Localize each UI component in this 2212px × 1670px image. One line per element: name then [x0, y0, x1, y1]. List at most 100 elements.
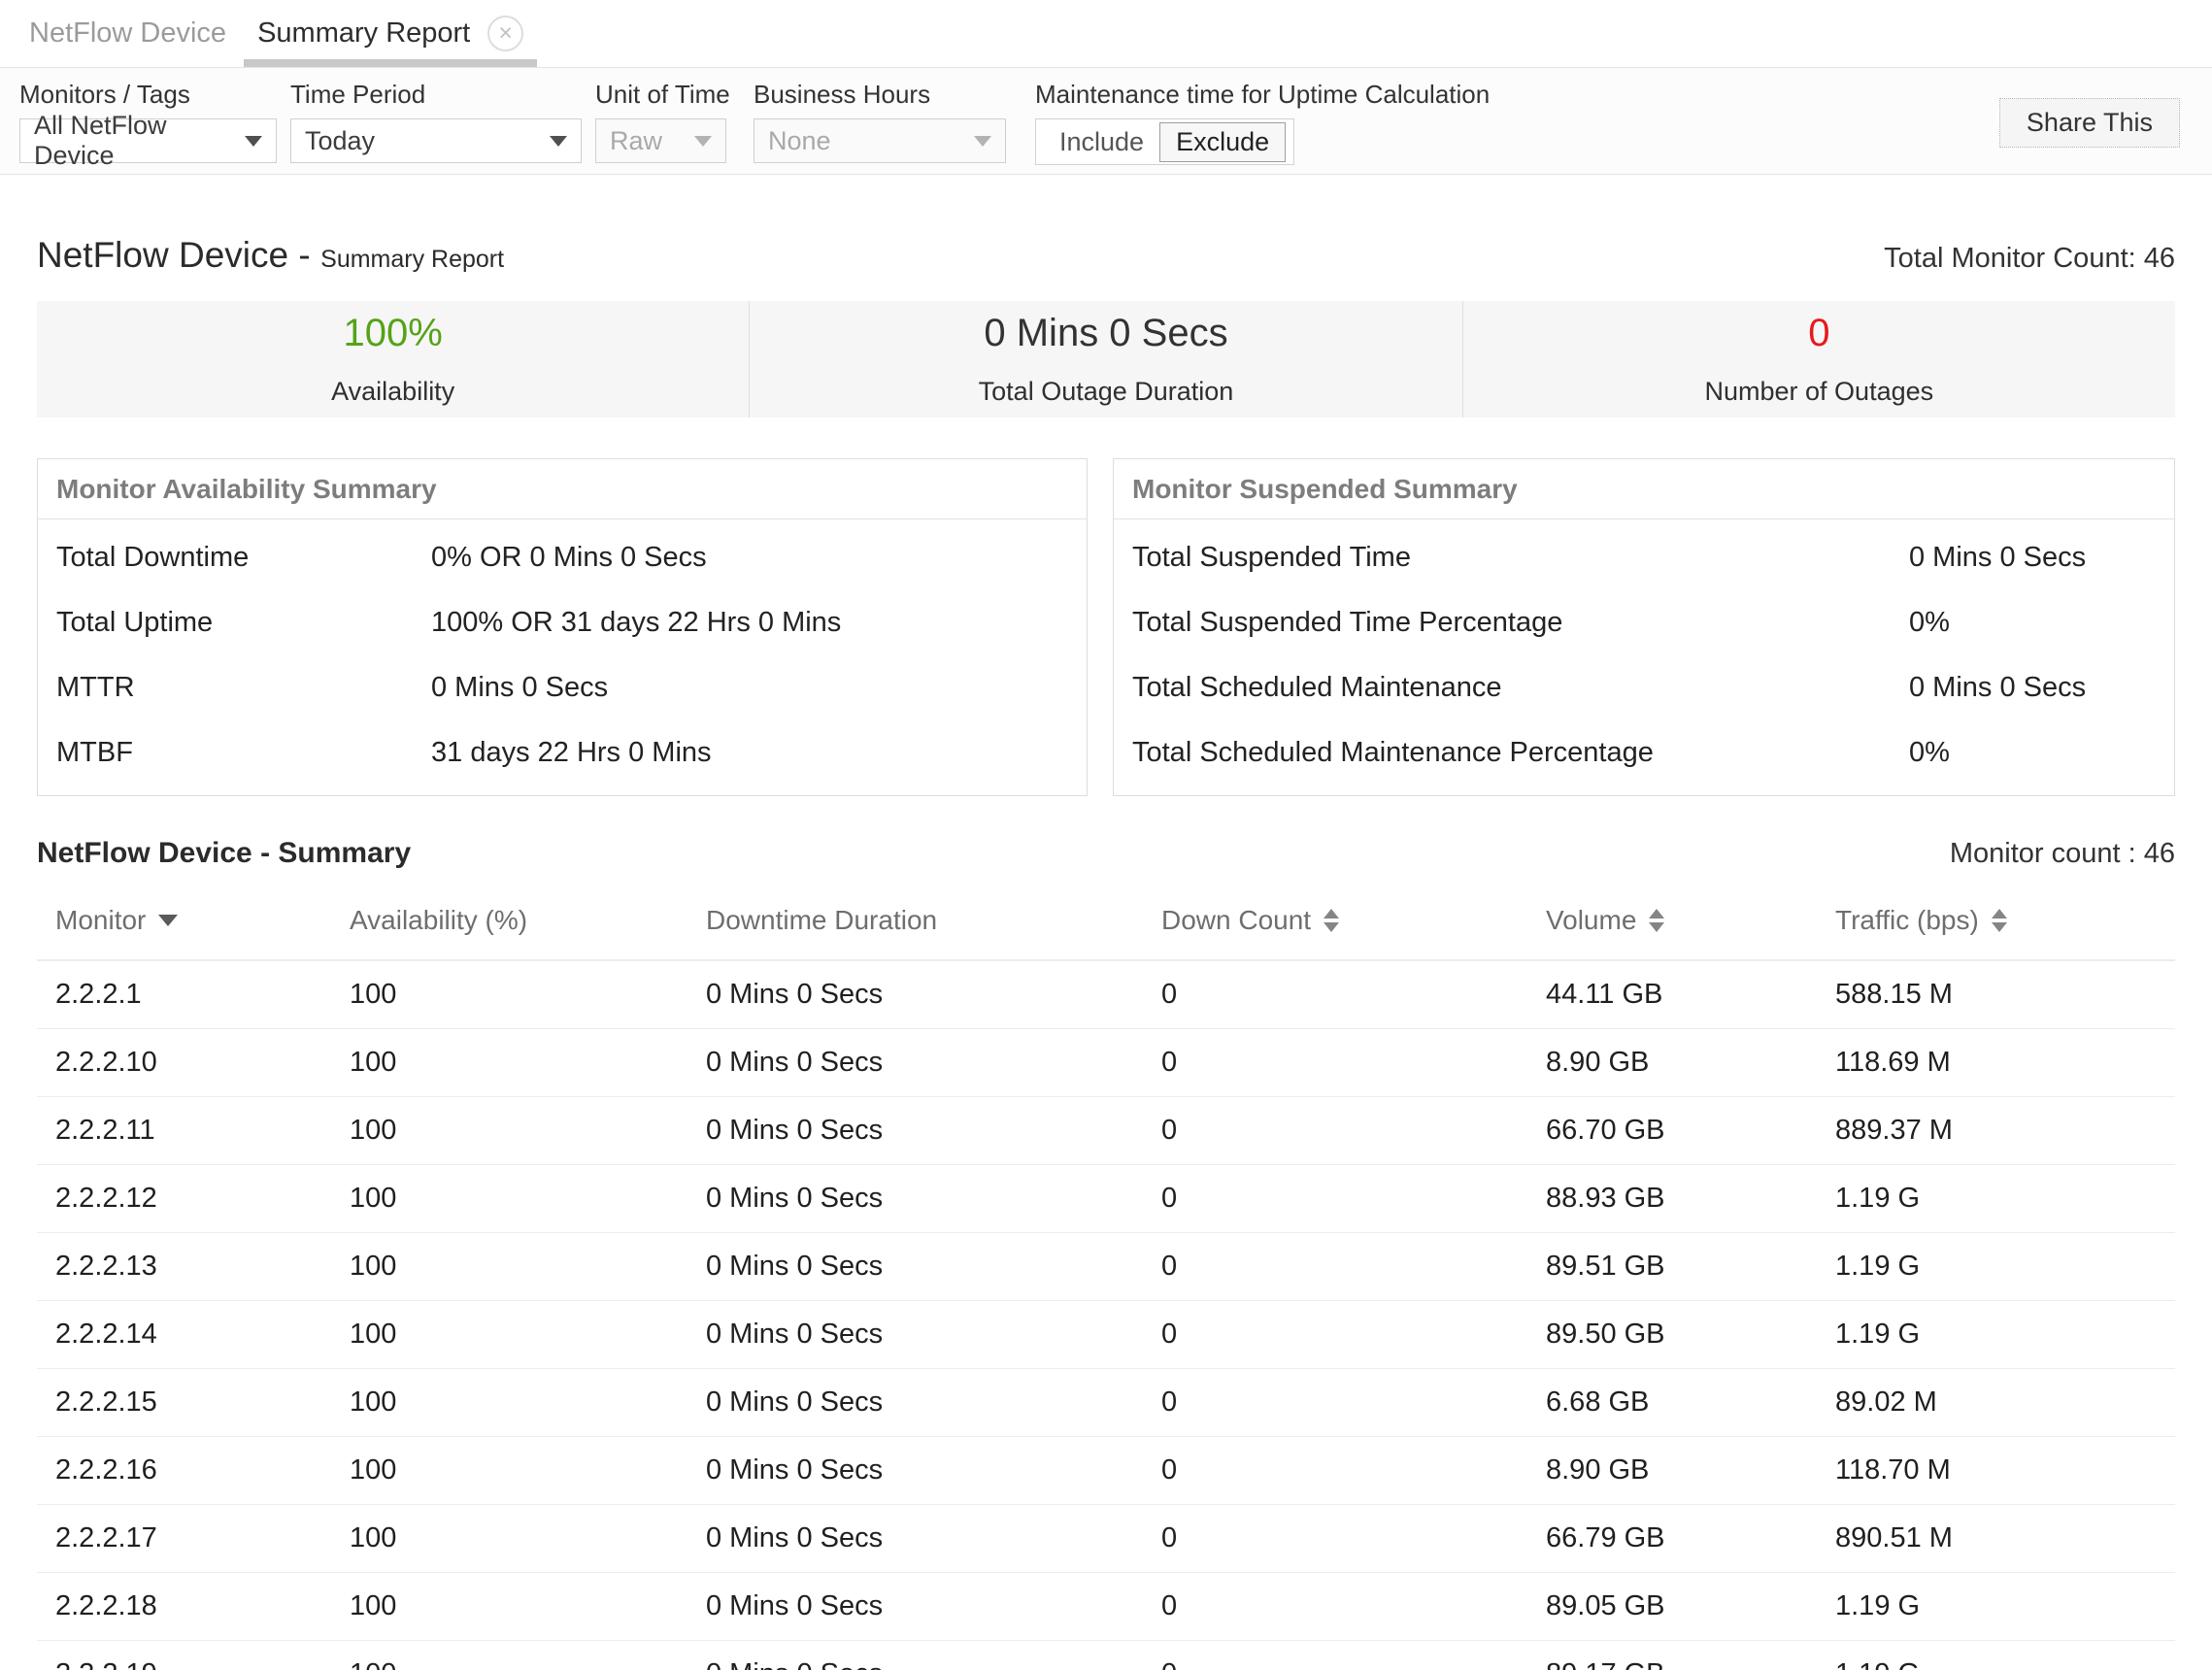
cell-volume: 8.90 GB	[1527, 1047, 1817, 1079]
summary-row-label: MTTR	[56, 672, 431, 704]
summary-row: MTBF 31 days 22 Hrs 0 Mins	[38, 720, 1087, 785]
column-label: Downtime Duration	[706, 905, 937, 936]
cell-volume: 66.70 GB	[1527, 1115, 1817, 1147]
cell-volume: 88.93 GB	[1527, 1183, 1817, 1215]
cell-availability: 100	[331, 1590, 687, 1622]
cell-down-count: 0	[1143, 1386, 1527, 1419]
summary-row-value: 0%	[1909, 607, 2174, 639]
cell-down-count: 0	[1143, 1658, 1527, 1670]
column-header[interactable]: Downtime Duration	[687, 905, 1143, 936]
summary-row-label: Total Uptime	[56, 607, 431, 639]
cell-availability: 100	[331, 1386, 687, 1419]
filter-time-period: Time Period Today	[290, 68, 595, 163]
time-period-select[interactable]: Today	[290, 118, 582, 163]
cell-traffic: 1.19 G	[1817, 1590, 2175, 1622]
cell-down-count: 0	[1143, 1115, 1527, 1147]
report-subtitle: Summary Report	[320, 246, 504, 273]
cell-volume: 89.50 GB	[1527, 1319, 1817, 1351]
cell-monitor: 2.2.2.14	[37, 1319, 331, 1351]
column-header[interactable]: Volume	[1527, 905, 1817, 936]
monitor-count: Monitor count : 46	[1950, 838, 2175, 870]
unit-of-time-select: Raw	[595, 118, 726, 163]
sort-down-icon	[1649, 922, 1664, 932]
table-row: 2.2.2.15 100 0 Mins 0 Secs 0 6.68 GB 89.…	[37, 1369, 2175, 1437]
tab-label: NetFlow Device	[29, 17, 226, 50]
cell-down-count: 0	[1143, 1454, 1527, 1486]
sort-down-icon	[158, 915, 178, 926]
column-header[interactable]: Monitor	[37, 905, 331, 936]
cell-availability: 100	[331, 979, 687, 1011]
cell-traffic: 89.02 M	[1817, 1386, 2175, 1419]
stat-card: 100% Availability	[37, 301, 749, 418]
exclude-button[interactable]: Exclude	[1159, 122, 1286, 162]
cell-down-count: 0	[1143, 1183, 1527, 1215]
business-hours-value: None	[768, 126, 831, 156]
cell-traffic: 588.15 M	[1817, 979, 2175, 1011]
cell-downtime-duration: 0 Mins 0 Secs	[687, 1115, 1143, 1147]
summary-row-value: 0 Mins 0 Secs	[431, 672, 1087, 704]
cell-availability: 100	[331, 1522, 687, 1554]
report-content: NetFlow Device - Summary Report Total Mo…	[0, 235, 2212, 1670]
cell-downtime-duration: 0 Mins 0 Secs	[687, 1047, 1143, 1079]
cell-volume: 89.51 GB	[1527, 1251, 1817, 1283]
summary-row: Total Suspended Time 0 Mins 0 Secs	[1114, 525, 2174, 590]
cell-traffic: 1.19 G	[1817, 1658, 2175, 1670]
summary-row: Total Scheduled Maintenance 0 Mins 0 Sec…	[1114, 655, 2174, 720]
cell-downtime-duration: 0 Mins 0 Secs	[687, 1658, 1143, 1670]
cell-downtime-duration: 0 Mins 0 Secs	[687, 1386, 1143, 1419]
sort-up-icon	[1649, 909, 1664, 918]
chevron-down-icon	[550, 136, 567, 147]
summary-row-label: Total Suspended Time	[1132, 542, 1909, 574]
tab-summary-report[interactable]: Summary Report ×	[257, 0, 523, 67]
cell-downtime-duration: 0 Mins 0 Secs	[687, 1522, 1143, 1554]
cell-volume: 89.17 GB	[1527, 1658, 1817, 1670]
cell-volume: 66.79 GB	[1527, 1522, 1817, 1554]
summary-row-label: Total Scheduled Maintenance	[1132, 672, 1909, 704]
cell-down-count: 0	[1143, 1590, 1527, 1622]
summary-row: Total Downtime 0% OR 0 Mins 0 Secs	[38, 525, 1087, 590]
cell-volume: 89.05 GB	[1527, 1590, 1817, 1622]
time-period-label: Time Period	[290, 80, 595, 110]
close-icon[interactable]: ×	[487, 16, 523, 51]
sort-icon	[1324, 909, 1339, 932]
cell-monitor: 2.2.2.13	[37, 1251, 331, 1283]
tab-label: Summary Report	[257, 17, 470, 50]
cell-monitor: 2.2.2.12	[37, 1183, 331, 1215]
cell-availability: 100	[331, 1251, 687, 1283]
include-button[interactable]: Include	[1044, 123, 1159, 161]
table-row: 2.2.2.18 100 0 Mins 0 Secs 0 89.05 GB 1.…	[37, 1573, 2175, 1641]
column-label: Traffic (bps)	[1835, 905, 1979, 936]
column-header[interactable]: Down Count	[1143, 905, 1527, 936]
cell-down-count: 0	[1143, 1522, 1527, 1554]
summary-row-label: Total Suspended Time Percentage	[1132, 607, 1909, 639]
table-row: 2.2.2.11 100 0 Mins 0 Secs 0 66.70 GB 88…	[37, 1097, 2175, 1165]
cell-downtime-duration: 0 Mins 0 Secs	[687, 1183, 1143, 1215]
filter-monitors-tags: Monitors / Tags All NetFlow Device	[19, 68, 290, 163]
unit-of-time-label: Unit of Time	[595, 80, 754, 110]
table-title: NetFlow Device - Summary	[37, 837, 411, 870]
summary-row-label: Total Downtime	[56, 542, 431, 574]
cell-volume: 8.90 GB	[1527, 1454, 1817, 1486]
filter-bar: Monitors / Tags All NetFlow Device Time …	[0, 68, 2212, 175]
column-label: Down Count	[1161, 905, 1311, 936]
column-header[interactable]: Availability (%)	[331, 905, 687, 936]
cell-volume: 44.11 GB	[1527, 979, 1817, 1011]
sort-down-icon	[1992, 922, 2007, 932]
monitors-tags-select[interactable]: All NetFlow Device	[19, 118, 277, 163]
tab-netflow-device[interactable]: NetFlow Device	[29, 0, 226, 67]
cell-monitor: 2.2.2.15	[37, 1386, 331, 1419]
summary-table: Monitor Availability (%) Downtime	[37, 885, 2175, 1670]
column-header[interactable]: Traffic (bps)	[1817, 905, 2175, 936]
maintenance-toggle: Include Exclude	[1035, 118, 1294, 165]
cell-down-count: 0	[1143, 1047, 1527, 1079]
monitors-tags-value: All NetFlow Device	[34, 111, 229, 171]
sort-down-icon	[1324, 922, 1339, 932]
table-row: 2.2.2.10 100 0 Mins 0 Secs 0 8.90 GB 118…	[37, 1029, 2175, 1097]
time-period-value: Today	[305, 126, 375, 156]
cell-availability: 100	[331, 1115, 687, 1147]
cell-traffic: 118.70 M	[1817, 1454, 2175, 1486]
column-label: Volume	[1546, 905, 1636, 936]
share-this-button[interactable]: Share This	[1999, 98, 2180, 148]
cell-availability: 100	[331, 1183, 687, 1215]
chevron-down-icon	[245, 136, 262, 147]
